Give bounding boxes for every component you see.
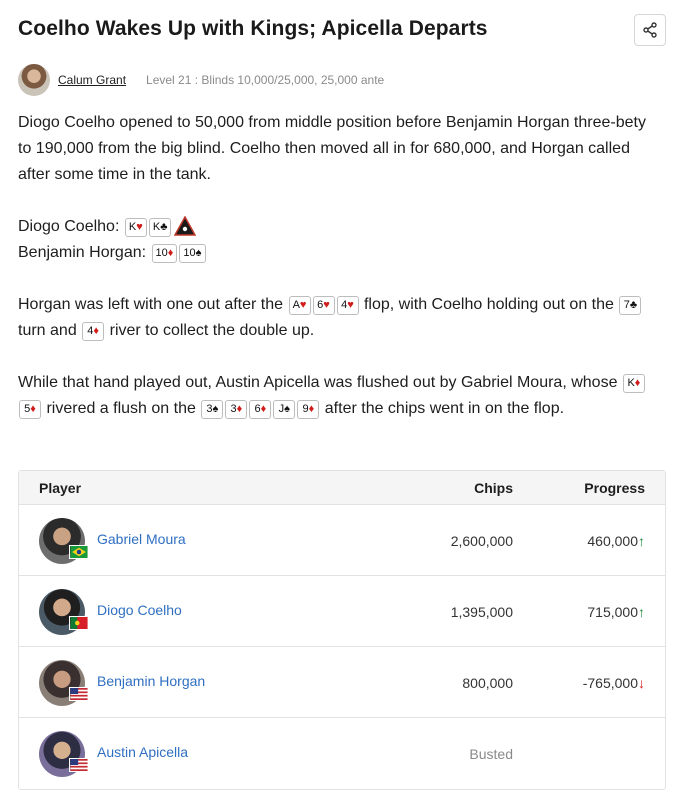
hand-coelho: Diogo Coelho: K♥ K♣ xyxy=(18,214,658,240)
author-link[interactable]: Calum Grant xyxy=(58,73,126,87)
hand-player-label: Diogo Coelho: xyxy=(18,218,120,235)
portugal-flag-icon xyxy=(69,616,89,630)
chips-value: 800,000 xyxy=(462,675,513,691)
arrow-up-icon: ↑ xyxy=(638,533,645,549)
player-link[interactable]: Austin Apicella xyxy=(97,744,188,760)
share-button[interactable] xyxy=(634,14,666,46)
table-row: Diogo Coelho 1,395,000 715,000↑ xyxy=(19,576,665,647)
table-row: Gabriel Moura 2,600,000 460,000↑ xyxy=(19,505,665,576)
title-row: Coelho Wakes Up with Kings; Apicella Dep… xyxy=(18,14,666,48)
progress-value: -765,000↓ xyxy=(582,675,645,691)
header-chips: Chips xyxy=(474,480,513,496)
paragraph-4: While that hand played out, Austin Apice… xyxy=(18,370,658,422)
card: 6♦ xyxy=(249,400,272,419)
header-progress: Progress xyxy=(584,480,645,496)
paragraph-1: Diogo Coelho opened to 50,000 from middl… xyxy=(18,114,646,183)
hand-player-label: Benjamin Horgan: xyxy=(18,244,147,261)
usa-flag-icon xyxy=(69,758,89,772)
article-body: Diogo Coelho opened to 50,000 from middl… xyxy=(18,110,658,448)
card: A♥ xyxy=(288,296,311,315)
card: 6♥ xyxy=(312,296,335,315)
card: 3♦ xyxy=(225,400,248,419)
player-link[interactable]: Gabriel Moura xyxy=(97,531,186,547)
share-icon xyxy=(643,22,657,38)
hand-horgan: Benjamin Horgan: 10♦ 10♠ xyxy=(18,240,658,266)
author-avatar[interactable] xyxy=(18,64,50,96)
card: 3♠ xyxy=(201,400,224,419)
busted-status: Busted xyxy=(469,746,513,762)
card: K♥ xyxy=(124,218,147,237)
card: 5♦ xyxy=(19,400,41,419)
paragraph-3: Horgan was left with one out after the A… xyxy=(18,292,658,344)
chip-counts-table: Player Chips Progress Gabriel Moura 2,60… xyxy=(18,470,666,790)
level-info: Level 21 : Blinds 10,000/25,000, 25,000 … xyxy=(146,73,385,87)
chips-value: 2,600,000 xyxy=(450,533,513,549)
card: K♣ xyxy=(148,218,172,237)
card: 4♦ xyxy=(82,322,105,341)
progress-value: 460,000↑ xyxy=(587,533,645,549)
card: 10♦ xyxy=(151,244,178,263)
arrow-up-icon: ↑ xyxy=(638,604,645,620)
arrow-down-icon: ↓ xyxy=(638,675,645,691)
warning-icon xyxy=(174,216,197,236)
player-link[interactable]: Diogo Coelho xyxy=(97,602,182,618)
progress-value: 715,000↑ xyxy=(587,604,645,620)
card: 4♥ xyxy=(336,296,359,315)
article-title: Coelho Wakes Up with Kings; Apicella Dep… xyxy=(18,17,488,40)
table-header: Player Chips Progress xyxy=(19,471,665,505)
card: K♦ xyxy=(622,374,645,393)
card: 9♦ xyxy=(297,400,320,419)
brazil-flag-icon xyxy=(69,545,89,559)
chips-value: 1,395,000 xyxy=(450,604,513,620)
header-player: Player xyxy=(39,480,82,496)
card: 10♠ xyxy=(179,244,206,263)
article-meta: Calum Grant Level 21 : Blinds 10,000/25,… xyxy=(18,64,384,96)
card: 7♣ xyxy=(619,296,642,315)
player-link[interactable]: Benjamin Horgan xyxy=(97,673,205,689)
table-row: Benjamin Horgan 800,000 -765,000↓ xyxy=(19,647,665,718)
card: J♠ xyxy=(273,400,296,419)
table-row: Austin Apicella Busted xyxy=(19,718,665,789)
usa-flag-icon xyxy=(69,687,89,701)
